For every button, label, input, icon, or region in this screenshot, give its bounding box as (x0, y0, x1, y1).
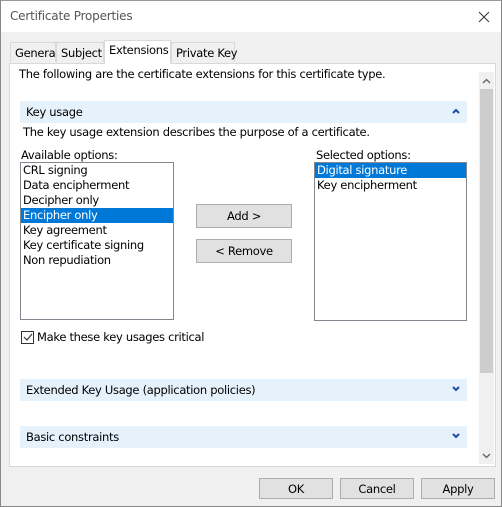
critical-checkbox-label: Make these key usages critical (37, 330, 205, 344)
list-item[interactable]: CRL signing (21, 163, 173, 178)
basic-constraints-header[interactable]: Basic constraints (20, 426, 467, 448)
list-item[interactable]: Non repudiation (21, 253, 173, 268)
key-usage-description: The key usage extension describes the pu… (23, 125, 370, 139)
list-item[interactable]: Decipher only (21, 193, 173, 208)
tab-general[interactable]: General (10, 42, 59, 62)
tab-extensions[interactable]: Extensions (104, 40, 171, 64)
chevron-up-icon (482, 78, 491, 83)
vertical-scrollbar[interactable] (479, 72, 494, 464)
scroll-down-button[interactable] (479, 447, 494, 464)
certificate-properties-dialog: Certificate Properties General Subject E… (0, 0, 502, 507)
scrollbar-thumb[interactable] (480, 89, 493, 373)
chevron-down-icon (452, 386, 460, 392)
extended-key-usage-header[interactable]: Extended Key Usage (application policies… (20, 379, 467, 401)
window-title: Certificate Properties (10, 9, 133, 23)
close-icon (478, 11, 490, 22)
scroll-up-button[interactable] (479, 72, 494, 89)
available-options-label: Available options: (21, 148, 118, 162)
selected-options-label: Selected options: (316, 148, 411, 162)
chevron-down-icon (482, 453, 491, 458)
checkmark-icon (23, 333, 32, 341)
intro-text: The following are the certificate extens… (19, 67, 386, 81)
chevron-up-icon (452, 108, 460, 114)
tab-subject[interactable]: Subject (56, 42, 104, 62)
tab-private-key[interactable]: Private Key (171, 42, 238, 62)
available-options-list[interactable]: CRL signing Data encipherment Decipher o… (20, 162, 174, 320)
cancel-button[interactable]: Cancel (340, 478, 414, 499)
apply-button[interactable]: Apply (421, 478, 495, 499)
ok-button[interactable]: OK (259, 478, 333, 499)
list-item[interactable]: Encipher only (21, 208, 173, 223)
list-item[interactable]: Data encipherment (21, 178, 173, 193)
selected-options-list[interactable]: Digital signature Key encipherment (314, 162, 467, 321)
basic-constraints-title: Basic constraints (26, 430, 119, 444)
list-item[interactable]: Key encipherment (315, 178, 466, 193)
key-usage-header[interactable]: Key usage (20, 101, 467, 123)
list-item[interactable]: Digital signature (315, 163, 466, 178)
critical-checkbox[interactable] (21, 330, 34, 344)
chevron-down-icon (452, 433, 460, 439)
list-item[interactable]: Key agreement (21, 223, 173, 238)
list-item[interactable]: Key certificate signing (21, 238, 173, 253)
remove-button[interactable]: < Remove (196, 239, 292, 263)
add-button[interactable]: Add > (196, 204, 292, 228)
extended-key-usage-title: Extended Key Usage (application policies… (26, 383, 256, 397)
title-bar: Certificate Properties (1, 1, 501, 32)
critical-checkbox-row[interactable]: Make these key usages critical (21, 330, 205, 344)
extensions-panel: The following are the certificate extens… (9, 63, 496, 467)
key-usage-title: Key usage (26, 105, 83, 119)
close-button[interactable] (469, 1, 499, 32)
